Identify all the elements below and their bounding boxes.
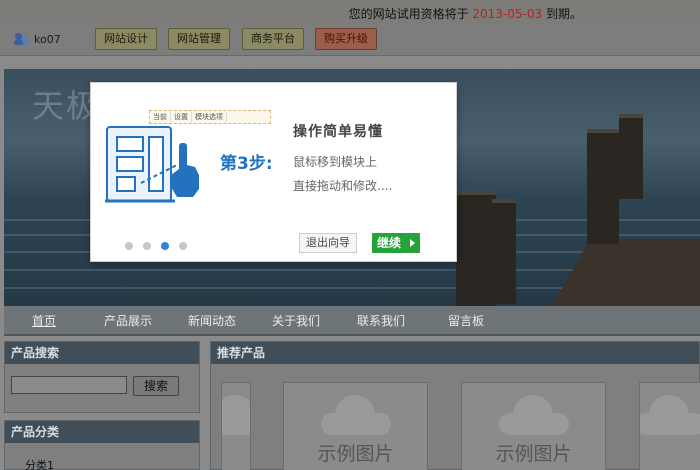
image-placeholder-icon — [320, 395, 391, 435]
product-thumb[interactable]: 示例图片 — [283, 382, 428, 470]
product-category-title: 产品分类 — [5, 421, 199, 443]
guide-line-1: 鼠标移到模块上 — [293, 155, 378, 169]
play-arrow-icon — [410, 239, 415, 247]
business-platform-button[interactable]: 商务平台 — [242, 28, 304, 50]
nav-guestbook[interactable]: 留言板 — [448, 312, 484, 329]
thumb-label: 示例图片 — [495, 443, 572, 465]
trial-notice-bar: 您的网站试用资格将于 2013-05-03 到期。 — [0, 0, 700, 24]
step-dot[interactable] — [125, 242, 133, 250]
product-thumb[interactable]: 示例图片 — [461, 382, 606, 470]
guide-line-2: 直接拖动和修改.... — [293, 179, 393, 193]
product-search-title: 产品搜索 — [5, 342, 199, 364]
buy-upgrade-button[interactable]: 购买升级 — [315, 28, 377, 50]
trial-notice-suffix: 到期。 — [545, 7, 582, 21]
site-manage-button[interactable]: 网站管理 — [168, 28, 230, 50]
nav-products[interactable]: 产品展示 — [104, 312, 152, 329]
trial-notice-prefix: 您的网站试用资格将于 — [348, 7, 469, 21]
nav-contact[interactable]: 联系我们 — [357, 312, 405, 329]
pier-image — [550, 239, 700, 306]
continue-label: 继续 — [377, 236, 402, 250]
step-label: 第3步 — [220, 154, 266, 174]
product-search-panel: 产品搜索 搜索 — [4, 341, 200, 413]
nav-about[interactable]: 关于我们 — [272, 312, 320, 329]
step-dots — [125, 242, 187, 250]
category-item[interactable]: 分类1 — [25, 457, 54, 470]
trial-notice: 您的网站试用资格将于 2013-05-03 到期。 — [349, 5, 582, 22]
product-thumb[interactable] — [639, 382, 700, 470]
username: ko07 — [34, 32, 61, 46]
product-category-panel: 产品分类 分类1 — [4, 420, 200, 470]
exit-guide-button[interactable]: 退出向导 — [299, 233, 357, 253]
guide-dialog: 当前 设置 模块选项 第3步: 操作简单易懂 鼠标移到模块上 直接拖动和修改..… — [90, 82, 457, 262]
product-thumb[interactable] — [221, 382, 251, 470]
users-icon — [14, 32, 30, 46]
recommended-products-panel: 推荐产品 示例图片 示例图片 — [210, 341, 700, 470]
search-input[interactable] — [11, 376, 127, 394]
drag-module-icon — [105, 126, 199, 203]
step-colon: : — [265, 154, 273, 174]
recommended-products-title: 推荐产品 — [211, 342, 699, 364]
site-design-button[interactable]: 网站设计 — [95, 28, 157, 50]
image-placeholder-icon — [640, 395, 700, 435]
step-indicator: 第3步: — [220, 149, 273, 174]
step-dot[interactable] — [143, 242, 151, 250]
guide-title: 操作简单易懂 — [293, 124, 383, 140]
nav-news[interactable]: 新闻动态 — [188, 312, 236, 329]
continue-button[interactable]: 继续 — [372, 233, 420, 253]
image-placeholder-icon — [498, 395, 569, 435]
user-info[interactable]: ko07 — [14, 32, 61, 46]
image-placeholder-icon — [222, 395, 250, 435]
trial-expiry-date: 2013-05-03 — [472, 7, 543, 21]
thumb-label: 示例图片 — [317, 443, 394, 465]
search-button[interactable]: 搜索 — [133, 376, 179, 396]
main-nav: 首页 产品展示 新闻动态 关于我们 联系我们 留言板 — [4, 306, 700, 336]
step-dot-active[interactable] — [161, 242, 169, 250]
nav-home[interactable]: 首页 — [32, 312, 56, 329]
admin-toolbar: ko07 网站设计 网站管理 商务平台 购买升级 — [0, 24, 700, 56]
step-dot[interactable] — [179, 242, 187, 250]
